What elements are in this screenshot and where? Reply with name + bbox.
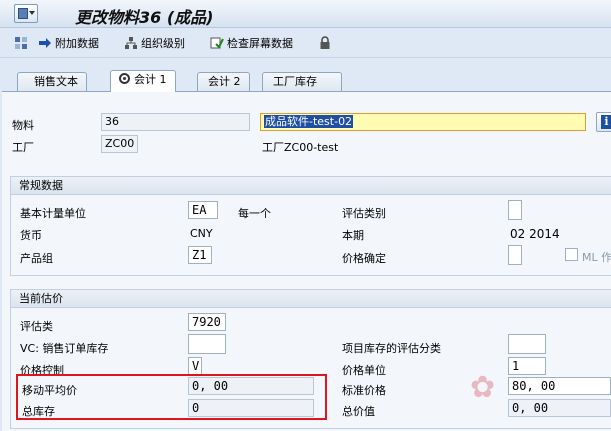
- tab-label: 会计 2: [208, 75, 241, 88]
- plant-label: 工厂: [12, 141, 34, 154]
- base-uom-description: 每一个: [238, 207, 271, 220]
- total-value-label: 总价值: [342, 405, 375, 418]
- tab-label: 工厂库存: [273, 75, 317, 88]
- price-determination-label: 价格确定: [342, 252, 386, 265]
- vc-sales-order-field[interactable]: [188, 334, 226, 354]
- group-title: 常规数据: [11, 177, 611, 195]
- org-levels-button[interactable]: 组织级别: [124, 35, 185, 51]
- ml-label: ML 作: [582, 251, 611, 264]
- tab-plant-stock[interactable]: 工厂库存: [262, 72, 342, 91]
- additional-data-label: 附加数据: [55, 37, 99, 50]
- material-field: 36: [101, 113, 250, 131]
- org-levels-label: 组织级别: [141, 37, 185, 50]
- currency-label: 货币: [20, 229, 42, 242]
- arrow-right-icon: [38, 36, 52, 50]
- base-uom-field[interactable]: EA: [188, 201, 218, 219]
- price-determination-field[interactable]: [508, 245, 522, 265]
- select-icon: [14, 36, 28, 50]
- valuation-class-label: 评估类: [20, 320, 53, 333]
- menu-icon[interactable]: [14, 4, 38, 23]
- standard-price-label: 标准价格: [342, 384, 386, 397]
- highlight-box: [16, 374, 327, 420]
- additional-data-button[interactable]: 附加数据: [38, 35, 99, 51]
- tab-accounting-2[interactable]: 会计 2: [197, 72, 250, 91]
- info-icon: i: [601, 115, 611, 129]
- title-bar: 更改物料36 (成品): [0, 0, 611, 28]
- window-title: 更改物料36 (成品): [75, 8, 214, 27]
- material-description-field[interactable]: 成品软件-test-02: [260, 113, 586, 131]
- period-value: 02 2014: [510, 227, 560, 241]
- price-unit-field[interactable]: 1: [508, 357, 546, 375]
- material-description-text: 成品软件-test-02: [264, 115, 354, 128]
- valuation-category-label: 评估类别: [342, 207, 386, 220]
- base-uom-label: 基本计量单位: [20, 207, 86, 220]
- tab-accounting-1[interactable]: 会计 1: [110, 70, 176, 92]
- watermark-icon: ✿: [470, 370, 496, 405]
- price-unit-label: 价格单位: [342, 364, 386, 377]
- vc-sales-order-label: VC: 销售订单库存: [20, 342, 109, 355]
- application-toolbar: 附加数据 组织级别 检查屏幕数据: [0, 28, 611, 58]
- total-value-field: 0, 00: [508, 399, 611, 417]
- plant-field: ZC00: [101, 135, 138, 153]
- division-label: 产品组: [20, 252, 53, 265]
- lock-button[interactable]: [318, 35, 335, 51]
- material-label: 物料: [12, 119, 34, 132]
- project-stock-label: 项目库存的评估分类: [342, 342, 441, 355]
- lock-icon: [318, 36, 332, 50]
- period-label: 本期: [342, 229, 364, 242]
- project-stock-field[interactable]: [508, 334, 546, 354]
- currency-value: CNY: [190, 227, 213, 240]
- standard-price-field[interactable]: 80, 00: [508, 377, 611, 395]
- plant-description: 工厂ZC00-test: [262, 141, 339, 154]
- price-control-field[interactable]: V: [188, 357, 202, 375]
- tab-sales-text[interactable]: 销售文本: [17, 72, 87, 91]
- check-screen-label: 检查屏幕数据: [227, 37, 293, 50]
- check-data-icon: [210, 36, 224, 50]
- group-title: 当前估价: [11, 290, 611, 308]
- check-screen-button[interactable]: 检查屏幕数据: [210, 35, 293, 51]
- valuation-class-field[interactable]: 7920: [188, 313, 226, 331]
- target-icon: [119, 73, 130, 84]
- tab-label: 销售文本: [34, 75, 78, 88]
- info-button[interactable]: i: [596, 112, 611, 132]
- tab-label: 会计 1: [134, 73, 167, 86]
- division-field[interactable]: Z1: [188, 246, 212, 264]
- toolbar-icon-button[interactable]: [14, 35, 31, 51]
- hierarchy-icon: [124, 36, 138, 50]
- ml-checkbox[interactable]: [565, 248, 578, 261]
- valuation-category-field[interactable]: [508, 200, 522, 220]
